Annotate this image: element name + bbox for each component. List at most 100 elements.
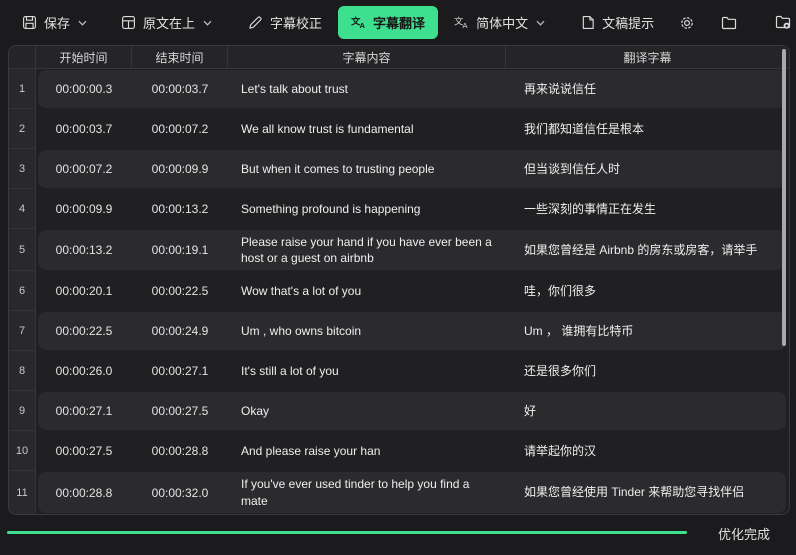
floppy-icon [22, 15, 37, 30]
save-label: 保存 [44, 13, 70, 32]
target-language-label: 简体中文 [476, 13, 528, 32]
end-time-cell[interactable]: 00:00:28.8 [132, 431, 228, 471]
end-time-cell[interactable]: 00:00:07.2 [132, 109, 228, 149]
chevron-down-icon [536, 20, 545, 26]
translated-subtitle-cell[interactable]: Um ， 谁拥有比特币 [506, 311, 789, 351]
row-number: 4 [9, 189, 36, 229]
end-time-cell[interactable]: 00:00:09.9 [132, 149, 228, 189]
translate-icon: 文 A [454, 15, 469, 30]
translated-subtitle-cell[interactable]: 再来说说信任 [506, 69, 789, 109]
translated-subtitle-cell[interactable]: 如果您曾经使用 Tinder 来帮助您寻找伴侣 [506, 471, 789, 513]
header-start-time: 开始时间 [36, 46, 132, 68]
table-row[interactable]: 8 00:00:26.0 00:00:27.1 It's still a lot… [9, 351, 789, 391]
row-number: 9 [9, 391, 36, 431]
status-text: 优化完成 [718, 524, 770, 543]
translated-subtitle-cell[interactable]: 但当谈到信任人时 [506, 149, 789, 189]
subtitle-content-cell[interactable]: It's still a lot of you [228, 351, 506, 391]
translated-subtitle-cell[interactable]: 一些深刻的事情正在发生 [506, 189, 789, 229]
toolbar: 保存 原文在上 字幕校正 文 A 字幕翻译 [0, 0, 796, 45]
table-row[interactable]: 2 00:00:03.7 00:00:07.2 We all know trus… [9, 109, 789, 149]
table-row[interactable]: 10 00:00:27.5 00:00:28.8 And please rais… [9, 431, 789, 471]
settings-button[interactable] [670, 9, 704, 37]
table-row[interactable]: 1 00:00:00.3 00:00:03.7 Let's talk about… [9, 69, 789, 109]
subtitle-proofread-button[interactable]: 字幕校正 [240, 7, 330, 38]
row-number: 2 [9, 109, 36, 149]
row-number: 6 [9, 271, 36, 311]
subtitle-content-cell[interactable]: Let's talk about trust [228, 69, 506, 109]
subtitle-content-cell[interactable]: Something profound is happening [228, 189, 506, 229]
vertical-scrollbar[interactable] [782, 49, 786, 346]
row-number: 11 [9, 471, 36, 513]
start-time-cell[interactable]: 00:00:27.1 [36, 391, 132, 431]
folder-icon [721, 16, 737, 30]
row-number: 1 [9, 69, 36, 109]
subtitle-content-cell[interactable]: Wow that's a lot of you [228, 271, 506, 311]
header-row-number [9, 46, 36, 68]
subtitle-content-cell[interactable]: If you've ever used tinder to help you f… [228, 471, 506, 513]
row-number: 7 [9, 311, 36, 351]
start-time-cell[interactable]: 00:00:28.8 [36, 471, 132, 513]
start-time-cell[interactable]: 00:00:20.1 [36, 271, 132, 311]
end-time-cell[interactable]: 00:00:22.5 [132, 271, 228, 311]
row-number: 3 [9, 149, 36, 189]
table-body: 1 00:00:00.3 00:00:03.7 Let's talk about… [9, 69, 789, 514]
row-number: 5 [9, 229, 36, 271]
subtitle-content-cell[interactable]: Okay [228, 391, 506, 431]
progress-bar-fill [7, 531, 687, 534]
start-time-cell[interactable]: 00:00:07.2 [36, 149, 132, 189]
translate-icon: 文 A [351, 15, 366, 30]
svg-text:A: A [359, 21, 365, 30]
end-time-cell[interactable]: 00:00:27.1 [132, 351, 228, 391]
end-time-cell[interactable]: 00:00:32.0 [132, 471, 228, 513]
save-button[interactable]: 保存 [14, 7, 95, 38]
subtitle-content-cell[interactable]: And please raise your han [228, 431, 506, 471]
subtitle-content-cell[interactable]: But when it comes to trusting people [228, 149, 506, 189]
subtitle-translate-button[interactable]: 文 A 字幕翻译 [338, 6, 438, 39]
translated-subtitle-cell[interactable]: 好 [506, 391, 789, 431]
end-time-cell[interactable]: 00:00:24.9 [132, 311, 228, 351]
translated-subtitle-cell[interactable]: 我们都知道信任是根本 [506, 109, 789, 149]
split-view-icon [121, 15, 136, 30]
subtitle-content-cell[interactable]: We all know trust is fundamental [228, 109, 506, 149]
open-folder-button[interactable] [712, 10, 746, 36]
folder-plus-icon [775, 15, 792, 30]
script-hint-label: 文稿提示 [602, 13, 654, 32]
table-row[interactable]: 7 00:00:22.5 00:00:24.9 Um , who owns bi… [9, 311, 789, 351]
start-time-cell[interactable]: 00:00:22.5 [36, 311, 132, 351]
table-row[interactable]: 9 00:00:27.1 00:00:27.5 Okay 好 [9, 391, 789, 431]
start-time-cell[interactable]: 00:00:27.5 [36, 431, 132, 471]
chevron-down-icon [78, 20, 87, 26]
pencil-icon [248, 15, 263, 30]
document-icon [581, 15, 595, 30]
subtitle-content-cell[interactable]: Um , who owns bitcoin [228, 311, 506, 351]
translated-subtitle-cell[interactable]: 哇，你们很多 [506, 271, 789, 311]
export-folder-button[interactable] [766, 9, 796, 36]
table-header-row: 开始时间 结束时间 字幕内容 翻译字幕 [9, 46, 789, 69]
layout-mode-button[interactable]: 原文在上 [113, 7, 220, 38]
table-row[interactable]: 11 00:00:28.8 00:00:32.0 If you've ever … [9, 471, 789, 513]
subtitle-table: 开始时间 结束时间 字幕内容 翻译字幕 1 00:00:00.3 00:00:0… [8, 45, 790, 515]
end-time-cell[interactable]: 00:00:13.2 [132, 189, 228, 229]
start-time-cell[interactable]: 00:00:00.3 [36, 69, 132, 109]
target-language-selector[interactable]: 文 A 简体中文 [446, 7, 553, 38]
start-time-cell[interactable]: 00:00:03.7 [36, 109, 132, 149]
translated-subtitle-cell[interactable]: 还是很多你们 [506, 351, 789, 391]
header-translated-subtitle: 翻译字幕 [506, 46, 789, 68]
table-row[interactable]: 3 00:00:07.2 00:00:09.9 But when it come… [9, 149, 789, 189]
end-time-cell[interactable]: 00:00:27.5 [132, 391, 228, 431]
end-time-cell[interactable]: 00:00:19.1 [132, 229, 228, 271]
header-end-time: 结束时间 [132, 46, 228, 68]
chevron-down-icon [203, 20, 212, 26]
start-time-cell[interactable]: 00:00:26.0 [36, 351, 132, 391]
translated-subtitle-cell[interactable]: 请举起你的汉 [506, 431, 789, 471]
script-hint-button[interactable]: 文稿提示 [573, 7, 662, 38]
start-time-cell[interactable]: 00:00:09.9 [36, 189, 132, 229]
start-time-cell[interactable]: 00:00:13.2 [36, 229, 132, 271]
table-row[interactable]: 5 00:00:13.2 00:00:19.1 Please raise you… [9, 229, 789, 271]
table-row[interactable]: 4 00:00:09.9 00:00:13.2 Something profou… [9, 189, 789, 229]
subtitle-content-cell[interactable]: Please raise your hand if you have ever … [228, 229, 506, 271]
end-time-cell[interactable]: 00:00:03.7 [132, 69, 228, 109]
table-row[interactable]: 6 00:00:20.1 00:00:22.5 Wow that's a lot… [9, 271, 789, 311]
translated-subtitle-cell[interactable]: 如果您曾经是 Airbnb 的房东或房客，请举手 [506, 229, 789, 271]
progress-bar [7, 531, 789, 534]
